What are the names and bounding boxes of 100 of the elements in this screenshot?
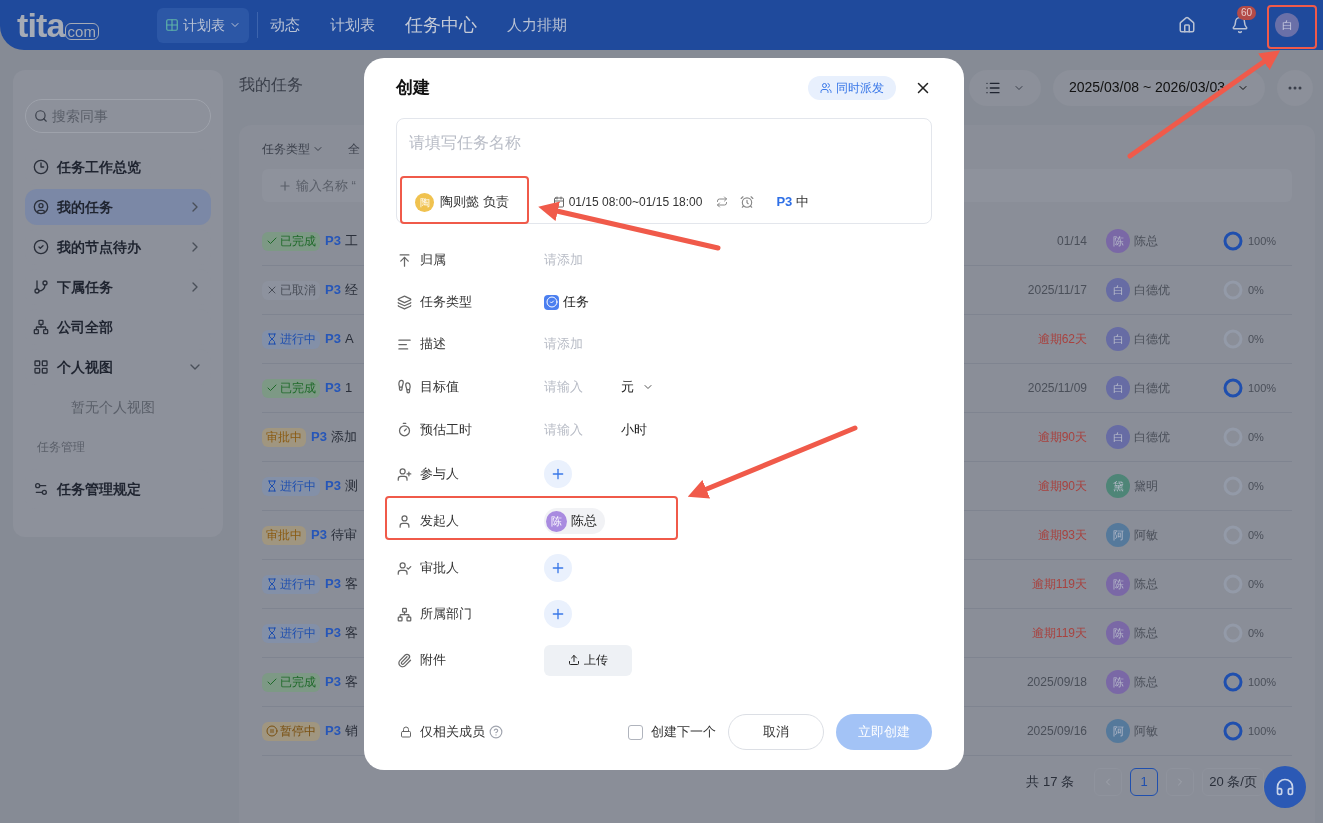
owner-chip[interactable]: 陶 陶则懿 负责 bbox=[409, 192, 509, 212]
status-tag: 已取消 bbox=[262, 280, 320, 300]
field-icon bbox=[397, 560, 412, 576]
menu-icon bbox=[33, 359, 49, 375]
repeat-icon[interactable] bbox=[716, 196, 729, 208]
due-date: 01/14 bbox=[1056, 233, 1087, 250]
field-label: 审批人 bbox=[420, 559, 460, 578]
due-date: 2025/09/18 bbox=[1026, 674, 1087, 691]
nav-tab[interactable]: 计划表 bbox=[330, 13, 375, 37]
status-tag: 进行中 bbox=[262, 574, 320, 594]
field-icon bbox=[397, 466, 412, 482]
nav-tab[interactable]: 任务中心 bbox=[405, 11, 477, 39]
status-tag: 已完成 bbox=[262, 378, 320, 398]
due-date: 2025/11/09 bbox=[1027, 380, 1087, 397]
time-range[interactable]: 01/15 08:00~01/15 18:00 bbox=[568, 193, 703, 211]
priority-label: P3 bbox=[325, 624, 341, 643]
hourglass-icon bbox=[266, 578, 278, 590]
priority-label: P3 bbox=[325, 477, 341, 496]
task-title: 销 bbox=[344, 722, 358, 741]
field-icon bbox=[397, 606, 412, 622]
help-icon[interactable] bbox=[489, 725, 503, 739]
owner-name: 陈总 bbox=[1134, 674, 1158, 691]
sidebar-item[interactable]: 我的任务 bbox=[25, 189, 211, 225]
field-icon bbox=[397, 652, 412, 668]
hourglass-icon bbox=[266, 333, 278, 345]
priority-label: P3 bbox=[325, 722, 341, 741]
priority-select[interactable]: P3 中 bbox=[776, 192, 809, 212]
owner-avatar: 阿 bbox=[1106, 523, 1130, 547]
owner-avatar: 白 bbox=[1106, 278, 1130, 302]
priority-label: P3 bbox=[311, 526, 327, 545]
field-icon bbox=[397, 513, 412, 529]
status-tag: 已完成 bbox=[262, 672, 320, 692]
unit-label[interactable]: 元 bbox=[621, 376, 654, 397]
upload-button[interactable]: 上传 bbox=[544, 644, 632, 676]
menu-icon bbox=[33, 159, 49, 175]
hourglass-icon bbox=[266, 627, 278, 639]
dispatch-button[interactable]: 同时派发 bbox=[808, 76, 896, 100]
hourglass-icon bbox=[266, 480, 278, 492]
home-icon[interactable] bbox=[1178, 16, 1196, 34]
field-label: 附件 bbox=[420, 651, 447, 670]
task-title: 客 bbox=[344, 673, 358, 692]
owner-name: 阿敏 bbox=[1134, 527, 1158, 544]
owner-name: 阿敏 bbox=[1134, 723, 1158, 740]
task-title: 客 bbox=[344, 624, 358, 643]
more-icon bbox=[1288, 85, 1302, 90]
due-date: 2025/09/16 bbox=[1026, 723, 1087, 740]
nav-tab[interactable]: 人力排期 bbox=[507, 13, 567, 37]
owner-avatar: 白 bbox=[1106, 327, 1130, 351]
menu-icon bbox=[33, 279, 49, 295]
page-size-select[interactable]: 20 条/页 bbox=[1202, 768, 1264, 796]
view-switch[interactable] bbox=[969, 69, 1041, 106]
person-avatar: 陈 bbox=[546, 510, 567, 532]
owner-name: 白德优 bbox=[1134, 282, 1170, 299]
plan-switch[interactable]: 计划表 bbox=[157, 7, 249, 43]
due-date: 逾期62天 bbox=[1037, 331, 1087, 348]
plus-icon bbox=[278, 178, 292, 193]
alarm-icon[interactable] bbox=[740, 195, 755, 209]
create-next-label: 创建下一个 bbox=[651, 723, 716, 742]
create-next-checkbox[interactable] bbox=[628, 724, 643, 740]
owner-name: 白德优 bbox=[1134, 429, 1170, 446]
filter-dropdown[interactable]: 任务类型 bbox=[262, 140, 324, 158]
owner-avatar: 白 bbox=[1106, 425, 1130, 449]
logo-suffix: com bbox=[64, 23, 99, 40]
field-icon bbox=[397, 336, 412, 352]
due-date: 逾期119天 bbox=[1031, 625, 1087, 642]
task-type[interactable]: 任务 bbox=[544, 292, 589, 312]
plus-icon bbox=[550, 606, 566, 622]
users-icon bbox=[820, 82, 832, 94]
task-title: 经 bbox=[344, 281, 358, 300]
add-button[interactable] bbox=[544, 460, 572, 488]
upload-icon bbox=[568, 654, 580, 666]
owner-name: 白德优 bbox=[1134, 331, 1170, 348]
field-label: 目标值 bbox=[420, 377, 460, 396]
filter-dropdown[interactable]: 全 bbox=[348, 140, 360, 158]
priority-label: P3 bbox=[325, 232, 341, 251]
plus-icon bbox=[550, 466, 566, 482]
date-range-picker[interactable]: 2025/03/08 ~ 2026/03/03 bbox=[1053, 69, 1265, 106]
owner-avatar: 黛 bbox=[1106, 474, 1130, 498]
status-tag: 进行中 bbox=[262, 329, 320, 349]
progress-value: 100% bbox=[1248, 380, 1277, 396]
dialog-title: 创建 bbox=[396, 77, 430, 100]
bell-icon[interactable] bbox=[1231, 16, 1249, 34]
field-icon bbox=[397, 294, 412, 310]
owner-avatar: 白 bbox=[1106, 376, 1130, 400]
user-avatar[interactable]: 白 bbox=[1275, 13, 1299, 37]
owner-avatar: 陈 bbox=[1106, 229, 1130, 253]
owner-name: 黛明 bbox=[1134, 478, 1158, 495]
lock-icon bbox=[400, 726, 412, 738]
priority-label: P3 bbox=[311, 428, 327, 447]
task-title: A bbox=[344, 330, 354, 349]
due-date: 逾期93天 bbox=[1037, 527, 1087, 544]
logo: tita bbox=[17, 8, 65, 42]
add-button[interactable] bbox=[544, 554, 572, 582]
add-button[interactable] bbox=[544, 600, 572, 628]
task-name-box[interactable]: 请填写任务名称 陶 陶则懿 负责 01/15 08:00~01/15 18:00 P3 中 bbox=[396, 118, 932, 224]
nav-tab[interactable]: 动态 bbox=[270, 13, 300, 37]
priority-label: P3 bbox=[325, 281, 341, 300]
owner-name: 白德优 bbox=[1134, 380, 1170, 397]
status-tag: 进行中 bbox=[262, 476, 320, 496]
person-chip[interactable]: 陈 陈总 bbox=[544, 508, 605, 534]
